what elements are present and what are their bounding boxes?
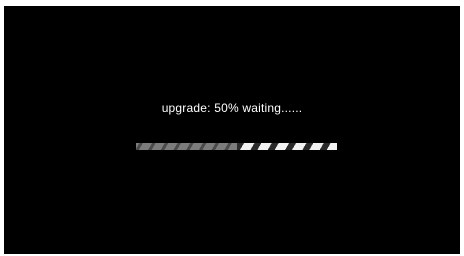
progress-bar-completed xyxy=(136,143,237,150)
progress-bar-remaining xyxy=(236,143,337,150)
upgrade-progress-bar xyxy=(136,143,337,150)
window-frame: upgrade: 50% waiting...... xyxy=(0,0,464,256)
upgrade-status-text: upgrade: 50% waiting...... xyxy=(161,101,303,115)
upgrade-screen: upgrade: 50% waiting...... xyxy=(4,6,460,254)
